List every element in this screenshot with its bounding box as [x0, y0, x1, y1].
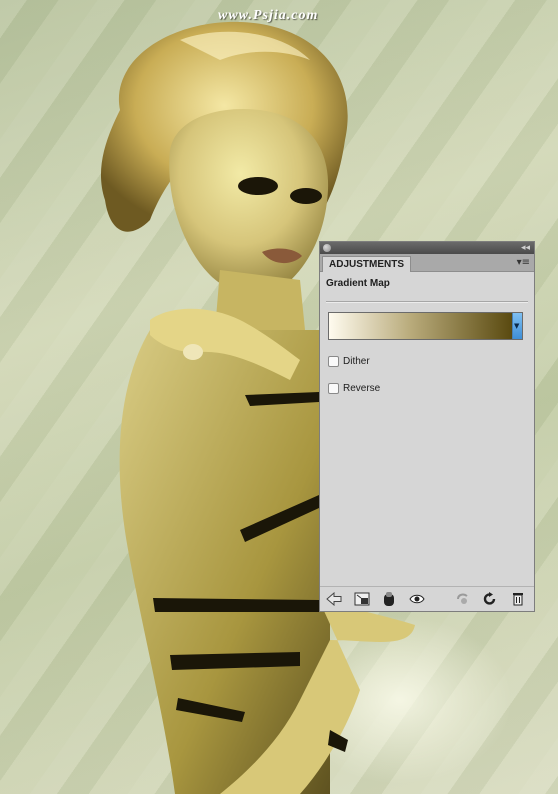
reverse-option[interactable]: Reverse: [328, 383, 380, 394]
adjustments-panel: ◂◂ ADJUSTMENTS ▾≡ Gradient Map ▼ Dither …: [319, 241, 535, 612]
reverse-checkbox[interactable]: [328, 383, 339, 394]
panel-tabbar: ADJUSTMENTS ▾≡: [320, 254, 534, 272]
watermark-text: www.Psjia.com: [218, 8, 319, 23]
tab-adjustments[interactable]: ADJUSTMENTS: [322, 256, 412, 272]
gradient-dropdown-button[interactable]: ▼: [512, 313, 522, 339]
expand-view-icon[interactable]: [354, 591, 370, 607]
panel-bottom-toolbar: [320, 586, 534, 611]
gradient-preview[interactable]: [329, 313, 512, 339]
panel-titlebar[interactable]: ◂◂: [320, 242, 534, 254]
panel-menu-icon[interactable]: ▾≡: [517, 256, 530, 269]
dither-label: Dither: [343, 356, 370, 367]
dither-checkbox[interactable]: [328, 356, 339, 367]
close-icon[interactable]: [323, 244, 331, 252]
clip-to-layer-icon[interactable]: [381, 591, 397, 607]
collapse-panel-icon[interactable]: ◂◂: [521, 242, 530, 254]
reset-icon[interactable]: [482, 591, 498, 607]
dither-option[interactable]: Dither: [328, 356, 370, 367]
back-arrow-icon[interactable]: [326, 591, 342, 607]
reverse-label: Reverse: [343, 383, 381, 394]
gradient-picker[interactable]: ▼: [328, 312, 523, 340]
chevron-down-icon: ▼: [514, 322, 520, 330]
divider: [326, 301, 528, 303]
view-previous-state-icon[interactable]: [455, 591, 471, 607]
trash-icon[interactable]: [510, 591, 526, 607]
visibility-eye-icon[interactable]: [409, 591, 425, 607]
adjustment-title: Gradient Map: [326, 278, 390, 289]
